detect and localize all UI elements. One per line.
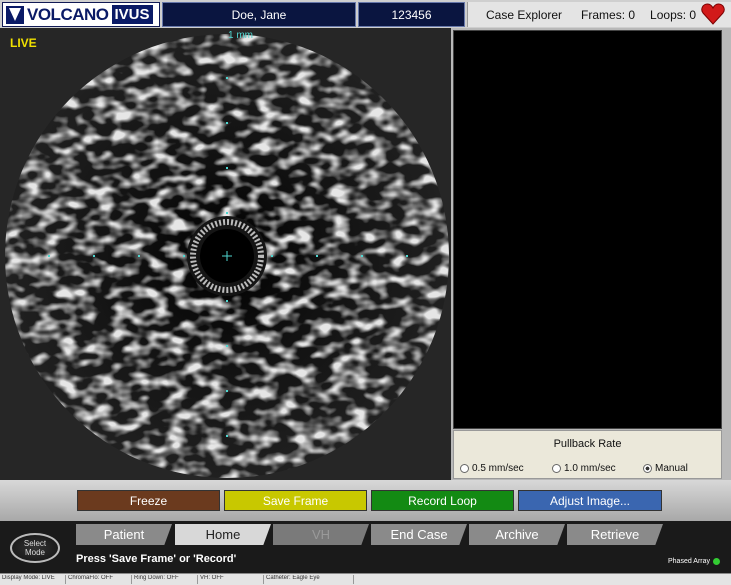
- logo-text: VOLCANO: [27, 4, 109, 24]
- status-message: Press 'Save Frame' or 'Record': [76, 553, 237, 565]
- tab-label: Retrieve: [590, 527, 640, 542]
- pullback-rate-panel: Pullback Rate 0.5 mm/sec 1.0 mm/sec Manu…: [453, 430, 722, 479]
- tab-end-case[interactable]: End Case: [371, 524, 467, 545]
- frames-count: Frames: 0: [581, 7, 636, 22]
- pullback-rate-title: Pullback Rate: [553, 438, 622, 450]
- patient-id: 123456: [391, 7, 432, 22]
- scale-label: 1 mm: [228, 30, 253, 41]
- secondary-view-panel: [453, 30, 722, 429]
- pullback-option-label: Manual: [655, 463, 688, 474]
- phased-array-label: Phased Array: [668, 558, 711, 565]
- pullback-option-0-5[interactable]: 0.5 mm/sec: [460, 463, 524, 474]
- save-frame-button[interactable]: Save Frame: [224, 490, 367, 511]
- radio-icon: [460, 464, 469, 473]
- status-empty: [354, 575, 731, 584]
- record-loop-button[interactable]: Record Loop: [371, 490, 514, 511]
- patient-id-field[interactable]: 123456: [358, 2, 465, 27]
- tab-label: Home: [205, 527, 241, 542]
- tab-home[interactable]: Home: [175, 524, 271, 545]
- select-mode-line2: Mode: [24, 548, 45, 557]
- pullback-option-manual[interactable]: Manual: [643, 463, 688, 474]
- volcano-logo-icon: [6, 5, 24, 24]
- freeze-label: Freeze: [129, 493, 168, 508]
- radio-icon: [552, 464, 561, 473]
- status-vh: VH: OFF: [198, 575, 264, 584]
- tab-vh: VH: [273, 524, 369, 545]
- logo-suffix: IVUS: [111, 5, 153, 24]
- loops-count: Loops: 0: [650, 7, 697, 22]
- select-mode-line1: Select: [23, 539, 47, 548]
- tab-label: Archive: [495, 527, 539, 542]
- status-catheter: Catheter: Eagle Eye: [264, 575, 354, 584]
- tab-patient[interactable]: Patient: [76, 524, 172, 545]
- radio-selected-icon: [643, 464, 652, 473]
- case-explorer-button[interactable]: Case Explorer: [486, 8, 562, 22]
- pullback-option-1-0[interactable]: 1.0 mm/sec: [552, 463, 616, 474]
- status-chromaflo: ChromaFlo: OFF: [66, 575, 132, 584]
- tab-label: End Case: [390, 527, 448, 542]
- select-mode-button[interactable]: Select Mode: [10, 533, 60, 563]
- pullback-option-label: 0.5 mm/sec: [472, 463, 524, 474]
- ivus-image[interactable]: [4, 32, 450, 478]
- status-strip: Display Mode: LIVE ChromaFlo: OFF Ring D…: [0, 573, 731, 585]
- tab-label: VH: [311, 527, 331, 542]
- heart-icon: [701, 3, 725, 25]
- status-ring-down: Ring Down: OFF: [132, 575, 198, 584]
- patient-name: Doe, Jane: [231, 7, 287, 22]
- tab-retrieve[interactable]: Retrieve: [567, 524, 663, 545]
- pullback-option-label: 1.0 mm/sec: [564, 463, 616, 474]
- phased-array-indicator: Phased Array: [668, 558, 721, 565]
- adjust-image-button[interactable]: Adjust Image...: [518, 490, 662, 511]
- adjust-image-label: Adjust Image...: [549, 493, 631, 508]
- volcano-logo: VOLCANO IVUS: [2, 2, 160, 27]
- status-led-icon: [713, 558, 721, 565]
- case-info-bar: Case Explorer Frames: 0 Loops: 0: [467, 2, 731, 27]
- status-display-mode: Display Mode: LIVE: [0, 575, 66, 584]
- tab-label: Patient: [103, 527, 145, 542]
- record-loop-label: Record Loop: [408, 493, 477, 508]
- patient-name-field[interactable]: Doe, Jane: [162, 2, 356, 27]
- tab-archive[interactable]: Archive: [469, 524, 565, 545]
- freeze-button[interactable]: Freeze: [77, 490, 220, 511]
- save-frame-label: Save Frame: [262, 493, 329, 508]
- live-indicator: LIVE: [10, 36, 37, 50]
